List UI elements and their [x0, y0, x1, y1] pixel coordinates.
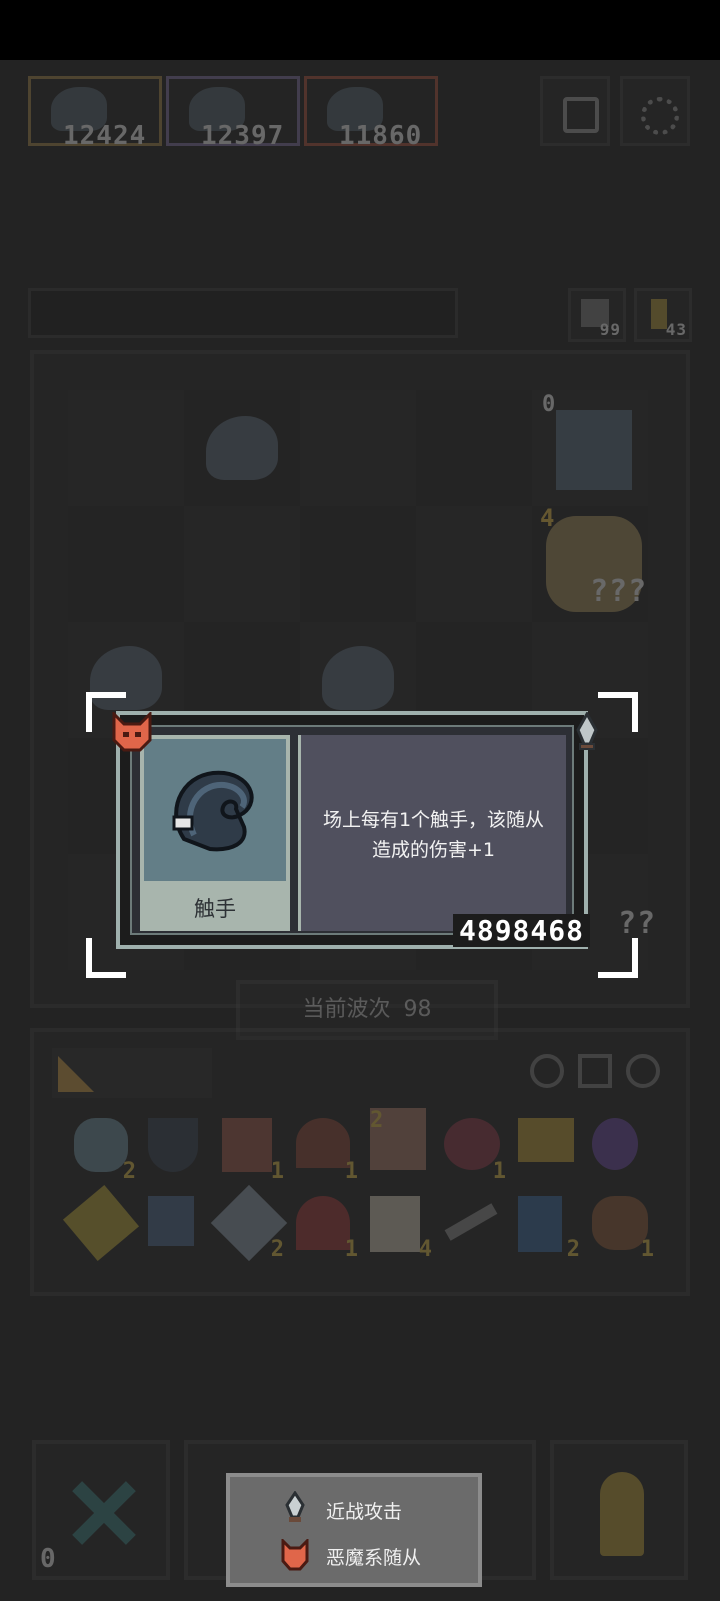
counter-a: 99 — [599, 320, 621, 339]
unit-portrait — [144, 739, 286, 881]
settings-button[interactable] — [620, 76, 690, 146]
tentacle-icon — [172, 770, 254, 852]
scroll-icon[interactable]: 4 — [370, 1196, 432, 1262]
golem-unit[interactable] — [556, 410, 632, 490]
unit-tooltip: 触手 场上每有1个触手，该随从 造成的伤害+1 4898468 — [116, 711, 590, 949]
value-readout: 4898468 — [452, 914, 590, 947]
bracket-bottom-left — [86, 938, 126, 978]
player-card-1[interactable]: 12424 — [28, 76, 162, 151]
bird-icon[interactable] — [148, 1196, 210, 1258]
purple-swirl-icon[interactable] — [592, 1118, 654, 1180]
player-card-3[interactable]: 11860 — [304, 76, 438, 151]
unit-description-line-1: 场上每有1个触手，该随从 — [322, 809, 545, 831]
wave-number: 98 — [403, 997, 432, 1022]
bracket-top-right — [598, 692, 638, 732]
status-bar — [0, 0, 720, 60]
golem-filter-icon[interactable] — [578, 1054, 612, 1088]
unit-portrait-panel: 触手 — [140, 735, 290, 931]
axe-icon[interactable]: 2 — [210, 1184, 288, 1262]
hood-icon[interactable]: 1 — [296, 1196, 358, 1262]
unit-description-panel: 场上每有1个触手，该随从 造成的伤害+1 — [298, 735, 566, 931]
gear-icon — [641, 97, 679, 135]
tentacle-unit[interactable] — [322, 646, 394, 710]
drum-icon[interactable]: 1 — [222, 1118, 284, 1184]
demon-icon — [110, 710, 154, 752]
pawn-icon — [600, 1472, 644, 1556]
cancel-button[interactable]: 0 — [32, 1440, 170, 1580]
counter-b-button[interactable]: 43 — [634, 288, 692, 342]
heart-shield-icon[interactable]: 2 — [74, 1118, 136, 1184]
bag-icon[interactable]: 1 — [592, 1196, 654, 1262]
key-icon[interactable] — [62, 1184, 140, 1262]
player-score-2: 12397 — [201, 121, 285, 151]
dagger-icon — [572, 710, 602, 756]
player-score-3: 11860 — [339, 121, 423, 151]
player-score-1: 12424 — [63, 121, 147, 151]
top-bar: 12424 12397 11860 — [0, 60, 720, 160]
unit-level: 4 — [540, 504, 556, 532]
legend-panel: 近战攻击 恶魔系随从 — [226, 1473, 482, 1587]
shield-icon[interactable] — [148, 1118, 210, 1180]
hourglass-icon[interactable]: 2 — [518, 1196, 580, 1262]
demon-icon — [280, 1537, 310, 1571]
dagger-icon — [282, 1490, 308, 1527]
inventory-panel: 2 1 1 2 1 2 1 4 2 1 — [30, 1028, 690, 1296]
filter-icon[interactable] — [530, 1054, 564, 1088]
wheel-filter-icon[interactable] — [626, 1054, 660, 1088]
tooltip-inner: 触手 场上每有1个触手，该随从 造成的伤害+1 — [130, 725, 574, 935]
unknown-label: ?? — [618, 906, 657, 941]
unit-description: 场上每有1个触手，该随从 造成的伤害+1 — [301, 805, 566, 865]
wave-label: 当前波次 — [302, 997, 391, 1022]
demon-mask-icon[interactable]: 1 — [444, 1118, 506, 1184]
counter-b: 43 — [665, 320, 687, 339]
tentacle-unit[interactable] — [206, 416, 278, 480]
inventory-tab[interactable] — [52, 1048, 212, 1098]
glove-icon[interactable]: 2 — [370, 1108, 432, 1170]
unit-value: 4898468 — [458, 914, 584, 947]
unit-level: 0 — [542, 392, 557, 417]
crown-icon[interactable] — [518, 1118, 580, 1180]
counter-a-button[interactable]: 99 — [568, 288, 626, 342]
pawn-button[interactable] — [550, 1440, 688, 1580]
help-button[interactable] — [540, 76, 610, 146]
unit-description-line-2: 造成的伤害+1 — [371, 839, 495, 861]
cancel-count: 0 — [40, 1544, 57, 1574]
board-header — [28, 288, 458, 338]
bracket-bottom-right — [598, 938, 638, 978]
unit-name: 触手 — [194, 897, 236, 921]
key-icon — [651, 299, 667, 329]
helmet-icon[interactable]: 1 — [296, 1118, 358, 1184]
legend-melee-label: 近战攻击 — [326, 1501, 403, 1523]
player-card-2[interactable]: 12397 — [166, 76, 300, 151]
triangle-icon — [58, 1056, 94, 1092]
legend-demon-label: 恶魔系随从 — [326, 1547, 422, 1569]
unknown-label: ??? — [590, 574, 648, 609]
question-icon — [563, 97, 599, 133]
pickaxe-icon[interactable] — [444, 1196, 506, 1258]
